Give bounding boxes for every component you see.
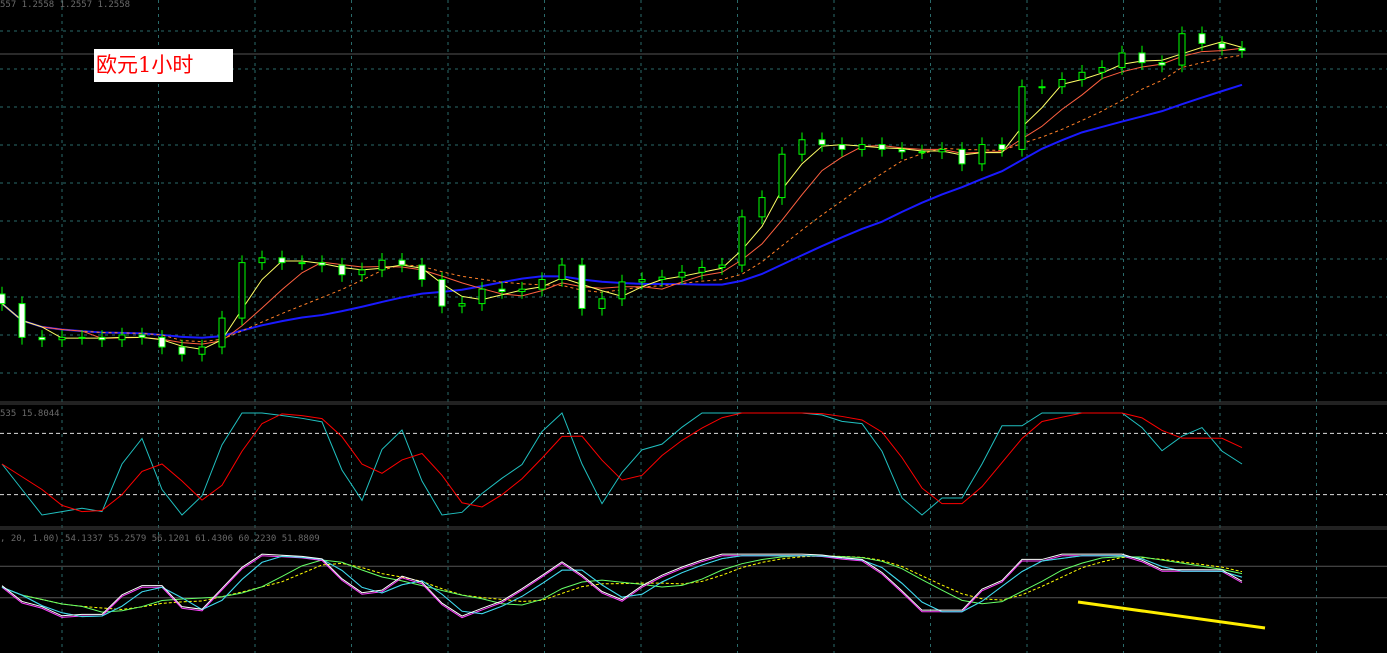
candle-body xyxy=(498,288,506,293)
candle-body xyxy=(218,317,226,348)
stochastic-readout: 535 15.8044 xyxy=(0,409,60,419)
candle-body xyxy=(738,216,746,266)
candle-body xyxy=(838,144,846,150)
candle-body xyxy=(658,276,666,281)
candle-body xyxy=(698,266,706,273)
candle-body xyxy=(878,144,886,150)
trend-line-annotation xyxy=(1077,600,1266,630)
candle-body xyxy=(438,279,446,307)
candle-body xyxy=(158,336,166,348)
candle-body xyxy=(998,144,1006,150)
candle-body xyxy=(298,262,306,265)
candle-body xyxy=(478,288,486,305)
candle-body xyxy=(918,151,926,154)
candle-body xyxy=(618,281,626,300)
candle-body xyxy=(178,346,186,355)
candle-body xyxy=(58,336,66,341)
candle-body xyxy=(1058,79,1066,88)
candle-body xyxy=(278,257,286,264)
candle-body xyxy=(418,264,426,281)
candle-body xyxy=(1158,62,1166,66)
chart-title-label: 欧元1小时 xyxy=(94,49,233,82)
candle-body xyxy=(818,139,826,146)
candle-body xyxy=(978,144,986,165)
candle-body xyxy=(1178,33,1186,66)
candle-body xyxy=(18,303,26,338)
candle-body xyxy=(118,334,126,341)
candle-body xyxy=(758,197,766,218)
candle-body xyxy=(258,257,266,264)
candle-body xyxy=(798,139,806,155)
candle-body xyxy=(1098,66,1106,73)
candle-body xyxy=(1018,86,1026,150)
ohlc-readout: 557 1.2558 1.2557 1.2558 xyxy=(0,0,131,10)
candle-body xyxy=(378,259,386,271)
stoch-main-line xyxy=(1,412,1243,516)
candle-body xyxy=(718,264,726,268)
candle-body xyxy=(678,271,686,278)
candle-body xyxy=(1198,33,1206,44)
candle-body xyxy=(358,269,366,276)
candle-body xyxy=(1238,47,1246,52)
candle-body xyxy=(778,153,786,199)
oscillator-readout: , 20, 1.00) 54.1337 55.2579 56.1201 61.4… xyxy=(0,534,320,544)
candle-body xyxy=(1078,71,1086,81)
candle-body xyxy=(238,262,246,319)
candle-body xyxy=(98,336,106,341)
candle-body xyxy=(858,144,866,150)
candle-body xyxy=(558,264,566,281)
candle-body xyxy=(338,264,346,276)
candle-body xyxy=(518,288,526,293)
candle-body xyxy=(78,336,86,339)
stoch-signal-line xyxy=(1,412,1243,513)
candle-body xyxy=(318,262,326,266)
candle-body xyxy=(1038,86,1046,89)
candle-body xyxy=(938,148,946,153)
candle-body xyxy=(398,259,406,266)
candle-body xyxy=(38,336,46,341)
candle-body xyxy=(1218,42,1226,49)
candle-body xyxy=(598,298,606,309)
candle-body xyxy=(1138,52,1146,64)
osc-magenta-line xyxy=(1,555,1243,619)
candle-body xyxy=(458,303,466,307)
osc-white-line xyxy=(1,553,1243,617)
price-chart xyxy=(0,0,1387,653)
candle-body xyxy=(198,346,206,355)
candle-body xyxy=(138,334,146,338)
candle-body xyxy=(0,293,6,305)
candle-body xyxy=(578,264,586,309)
candle-body xyxy=(538,279,546,290)
candle-body xyxy=(638,279,646,283)
candle-body xyxy=(1118,52,1126,68)
candle-body xyxy=(898,148,906,153)
candle-body xyxy=(958,148,966,165)
